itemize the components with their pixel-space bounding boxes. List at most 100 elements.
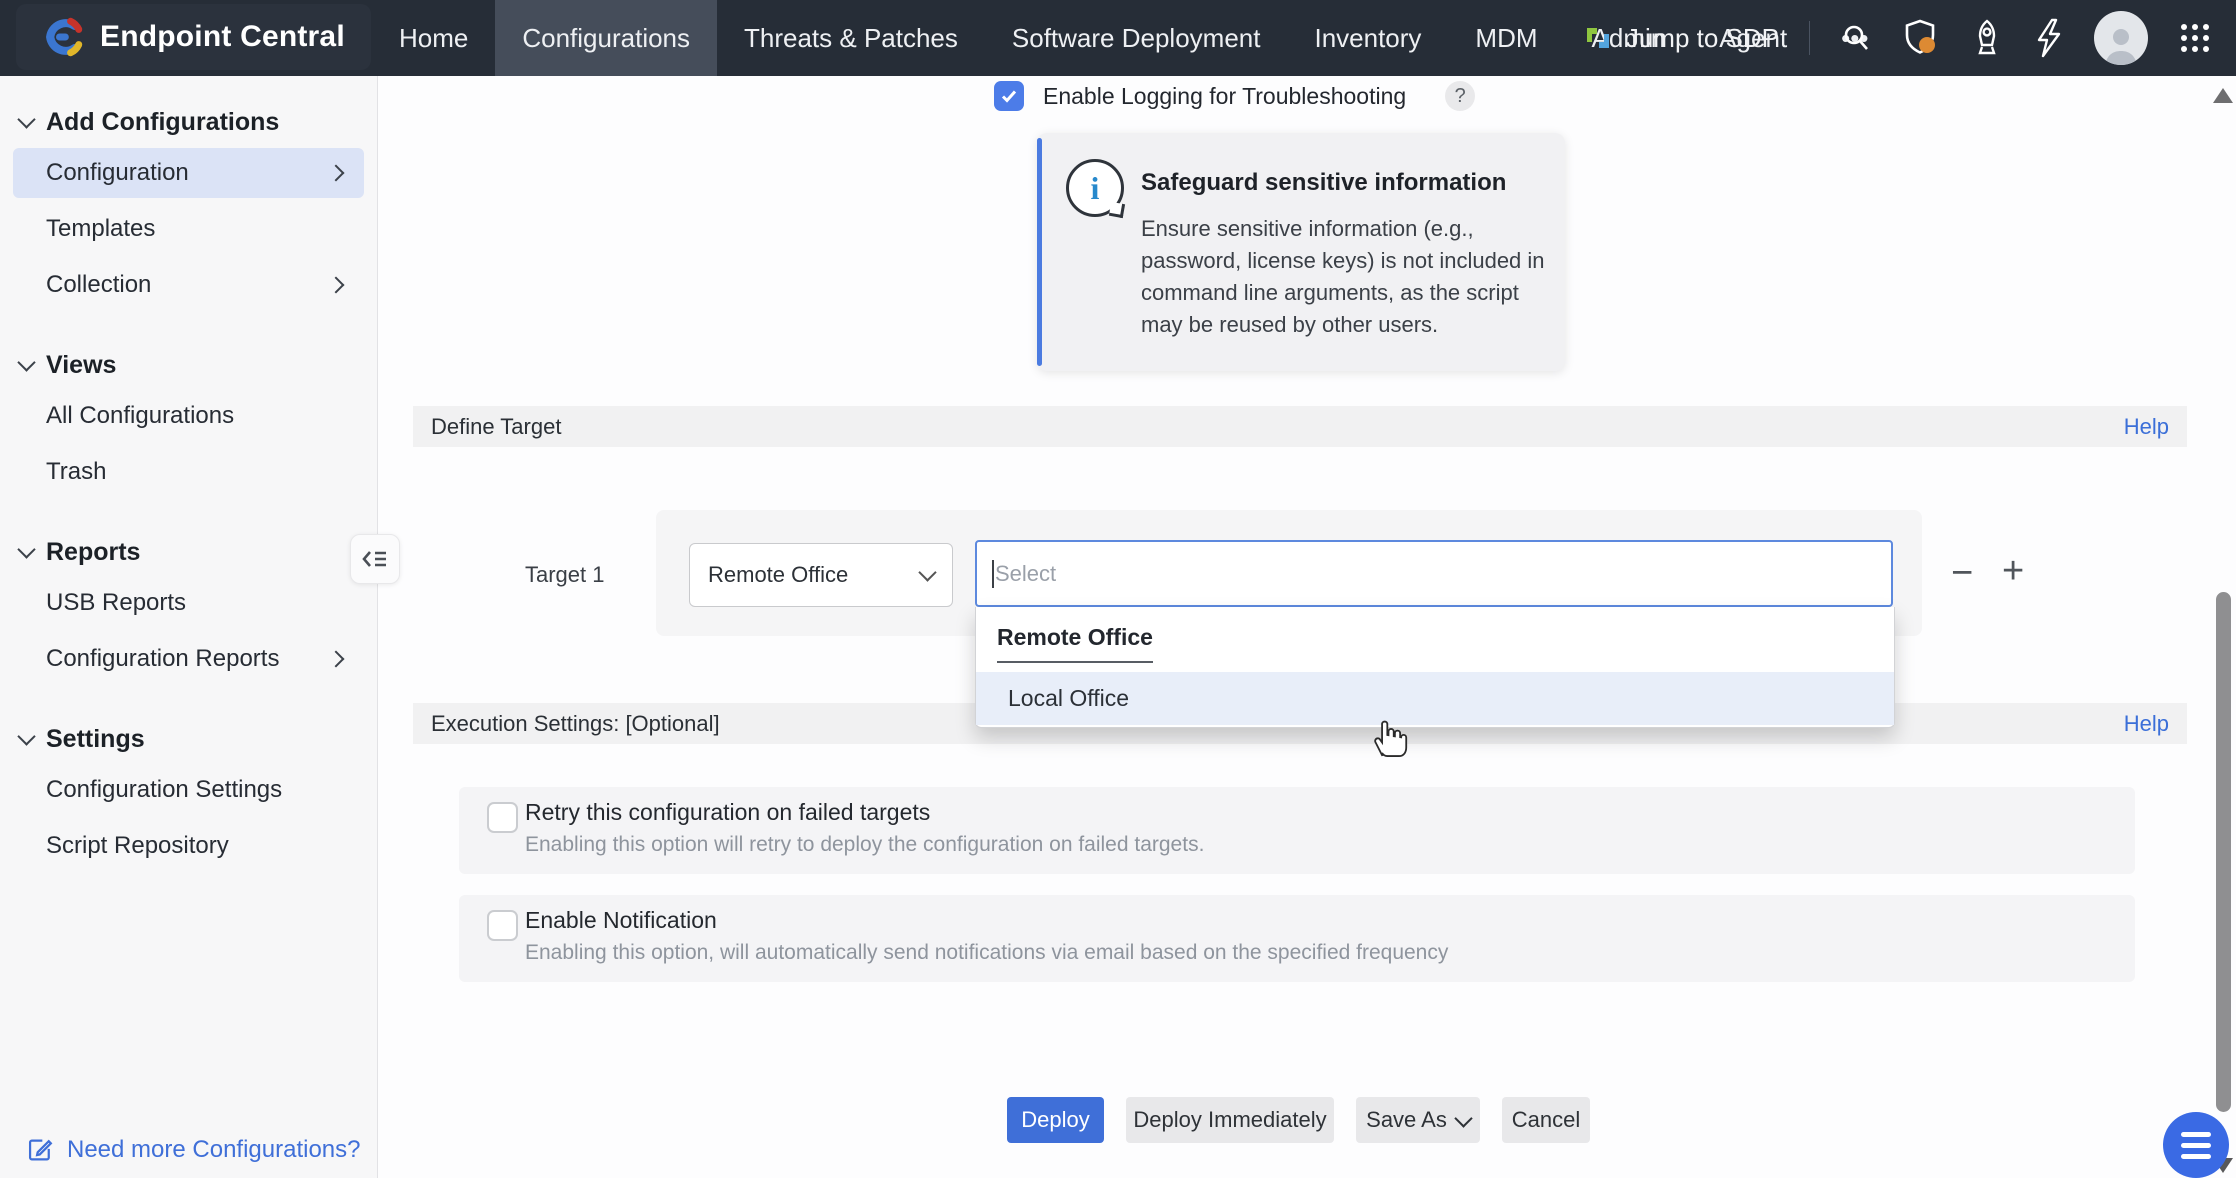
- save-as-button[interactable]: Save As: [1356, 1097, 1480, 1143]
- deploy-button[interactable]: Deploy: [1007, 1097, 1104, 1143]
- sidebar-group-add-configurations: Add Configurations Configuration Templat…: [0, 103, 377, 310]
- sidebar-item-trash[interactable]: Trash: [13, 447, 364, 497]
- sidebar-item-label: Trash: [46, 458, 106, 486]
- sidebar-item-script-repository[interactable]: Script Repository: [13, 821, 364, 871]
- top-navbar: Endpoint Central Home Configurations Thr…: [0, 0, 2236, 76]
- sidebar-group-label: Add Configurations: [46, 108, 279, 137]
- sidebar-group-label: Reports: [46, 538, 140, 567]
- nav-item-home[interactable]: Home: [372, 0, 495, 76]
- nav-item-threats-patches[interactable]: Threats & Patches: [717, 0, 985, 76]
- brand-title: Endpoint Central: [100, 20, 345, 54]
- sidebar-group-reports: Reports USB Reports Configuration Report…: [0, 533, 377, 684]
- sidebar-item-label: Configuration Settings: [46, 776, 282, 804]
- sidebar: Add Configurations Configuration Templat…: [0, 76, 378, 1178]
- sidebar-collapse-button[interactable]: [350, 534, 400, 584]
- scrollbar-thumb[interactable]: [2216, 592, 2231, 1112]
- footer-action-buttons: Deploy Deploy Immediately Save As Cancel: [1007, 1097, 1590, 1143]
- sidebar-group-views: Views All Configurations Trash: [0, 346, 377, 497]
- target-select-placeholder: Select: [995, 561, 1056, 587]
- target-type-dropdown[interactable]: Remote Office: [689, 543, 953, 607]
- execution-settings-title: Execution Settings: [Optional]: [431, 711, 720, 737]
- sidebar-item-label: All Configurations: [46, 402, 234, 430]
- nav-item-inventory[interactable]: Inventory: [1287, 0, 1448, 76]
- sidebar-item-label: Script Repository: [46, 832, 229, 860]
- chevron-down-icon: [918, 563, 936, 581]
- lightning-bolt-icon[interactable]: [2034, 18, 2064, 58]
- deploy-immediately-button[interactable]: Deploy Immediately: [1126, 1097, 1334, 1143]
- sidebar-group-label: Settings: [46, 725, 145, 754]
- app-window: Endpoint Central Home Configurations Thr…: [0, 0, 2236, 1178]
- brand[interactable]: Endpoint Central: [16, 4, 371, 70]
- jump-to-sdp-link[interactable]: Jump to SDP: [1583, 23, 1779, 54]
- floating-menu-button[interactable]: [2163, 1112, 2229, 1178]
- retry-checkbox[interactable]: [487, 802, 518, 833]
- sidebar-group-header[interactable]: Add Configurations: [0, 103, 377, 141]
- define-target-help-link[interactable]: Help: [2124, 414, 2169, 440]
- sidebar-group-header[interactable]: Reports: [0, 533, 377, 571]
- sidebar-item-label: Templates: [46, 215, 155, 243]
- sidebar-group-header[interactable]: Views: [0, 346, 377, 384]
- target-select-input[interactable]: Select: [975, 540, 1893, 607]
- sidebar-item-templates[interactable]: Templates: [13, 204, 364, 254]
- user-avatar[interactable]: [2094, 11, 2148, 65]
- dropdown-option-local-office[interactable]: Local Office: [976, 672, 1894, 725]
- text-caret: [992, 560, 994, 588]
- sidebar-item-usb-reports[interactable]: USB Reports: [13, 578, 364, 628]
- safeguard-info-card: i Safeguard sensitive information Ensure…: [1037, 133, 1565, 371]
- nav-item-software-deployment[interactable]: Software Deployment: [985, 0, 1288, 76]
- search-icon[interactable]: [1840, 22, 1872, 54]
- sidebar-item-label: Collection: [46, 271, 151, 299]
- execution-settings-help-link[interactable]: Help: [2124, 711, 2169, 737]
- jump-to-sdp-label: Jump to SDP: [1626, 23, 1779, 54]
- mouse-cursor: [1366, 714, 1408, 765]
- hamburger-icon: [2181, 1132, 2211, 1137]
- sidebar-group-label: Views: [46, 351, 116, 380]
- enable-notification-checkbox[interactable]: [487, 910, 518, 941]
- target-1-label: Target 1: [525, 562, 605, 588]
- rocket-icon[interactable]: [1970, 18, 2004, 58]
- add-target-button[interactable]: +: [2002, 552, 2024, 590]
- enable-logging-row: Enable Logging for Troubleshooting ?: [994, 81, 1475, 111]
- sidebar-item-configuration-settings[interactable]: Configuration Settings: [13, 765, 364, 815]
- sidebar-group-header[interactable]: Settings: [0, 720, 377, 758]
- help-question-icon[interactable]: ?: [1445, 81, 1475, 111]
- enable-logging-label: Enable Logging for Troubleshooting: [1043, 83, 1406, 110]
- define-target-section-header: Define Target Help: [413, 406, 2187, 447]
- info-bubble-icon: i: [1066, 159, 1124, 217]
- enable-logging-checkbox[interactable]: [994, 81, 1024, 111]
- chevron-down-icon: [17, 110, 35, 128]
- security-shield-icon[interactable]: [1902, 18, 1940, 58]
- sidebar-item-collection[interactable]: Collection: [13, 260, 364, 310]
- sidebar-item-all-configurations[interactable]: All Configurations: [13, 391, 364, 441]
- sidebar-item-label: Configuration Reports: [46, 645, 279, 673]
- nav-item-configurations[interactable]: Configurations: [495, 0, 717, 76]
- apps-grid-icon[interactable]: [2178, 21, 2212, 55]
- need-more-configurations-link[interactable]: Need more Configurations?: [26, 1136, 361, 1164]
- notification-option-description: Enabling this option, will automatically…: [525, 941, 1448, 965]
- sidebar-item-label: Configuration: [46, 159, 189, 187]
- nav-divider: [1809, 21, 1810, 55]
- chevron-down-icon: [1454, 1109, 1472, 1127]
- endpoint-central-logo-icon: [42, 16, 84, 58]
- target-options-dropdown: Remote Office Local Office: [975, 607, 1895, 728]
- chevron-down-icon: [17, 353, 35, 371]
- sidebar-item-configuration-reports[interactable]: Configuration Reports: [13, 634, 364, 684]
- dropdown-option-label: Remote Office: [997, 624, 1153, 663]
- navbar-right-cluster: Jump to SDP: [1583, 0, 2212, 76]
- sdp-icon: [1583, 23, 1613, 53]
- define-target-title: Define Target: [431, 414, 561, 440]
- sidebar-item-configuration[interactable]: Configuration: [13, 148, 364, 198]
- remove-target-button[interactable]: −: [1951, 554, 1973, 592]
- sidebar-item-label: USB Reports: [46, 589, 186, 617]
- chevron-down-icon: [17, 727, 35, 745]
- save-as-label: Save As: [1366, 1107, 1447, 1133]
- nav-item-mdm[interactable]: MDM: [1448, 0, 1564, 76]
- retry-option-description: Enabling this option will retry to deplo…: [525, 833, 1204, 857]
- chevron-right-icon: [328, 277, 345, 294]
- info-card-title: Safeguard sensitive information: [1141, 169, 1506, 197]
- chevron-right-icon: [328, 651, 345, 668]
- dropdown-option-remote-office[interactable]: Remote Office: [976, 607, 1894, 664]
- cancel-button[interactable]: Cancel: [1502, 1097, 1590, 1143]
- scrollbar-up-arrow[interactable]: [2213, 88, 2233, 103]
- info-card-body: Ensure sensitive information (e.g., pass…: [1141, 213, 1553, 341]
